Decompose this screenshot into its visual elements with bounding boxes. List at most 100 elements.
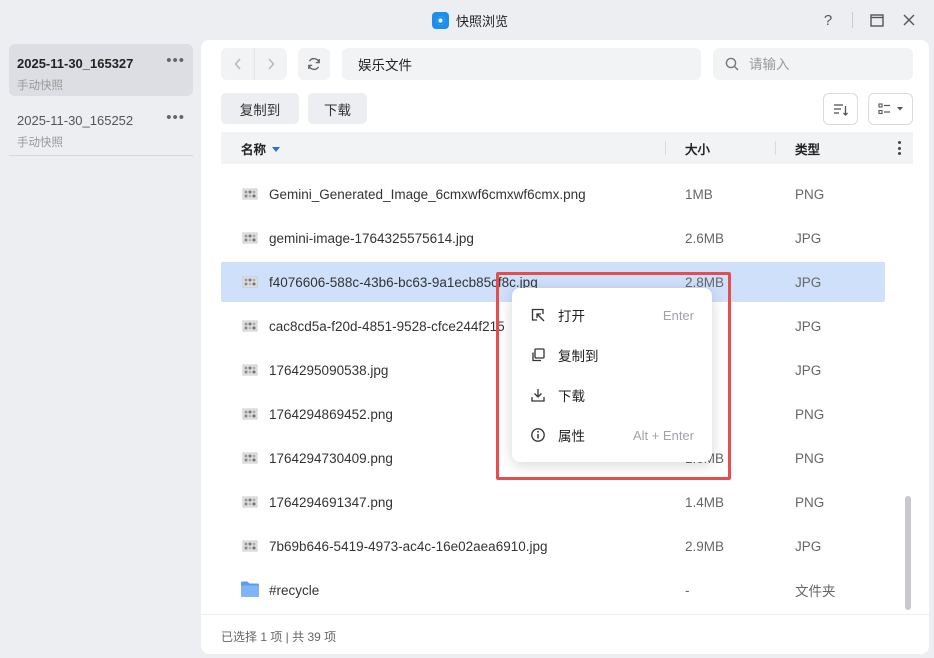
menu-item-open[interactable]: 打开 Enter bbox=[512, 295, 712, 335]
menu-item-shortcut: Alt + Enter bbox=[632, 427, 694, 443]
sort-icon bbox=[834, 103, 848, 116]
file-name: 1764294869452.png bbox=[269, 406, 393, 422]
image-thumbnail-icon bbox=[242, 538, 258, 554]
menu-item-properties[interactable]: 属性 Alt + Enter bbox=[512, 415, 712, 455]
file-size: 1MB bbox=[685, 186, 713, 202]
file-type: PNG bbox=[795, 406, 825, 422]
column-divider[interactable] bbox=[665, 141, 666, 155]
title-bar: 快照浏览 ? bbox=[0, 0, 934, 40]
file-name: cac8cd5a-f20d-4851-9528-cfce244f215 bbox=[269, 318, 505, 334]
file-name: f4076606-588c-43b6-bc63-9a1ecb85cf8c.jpg bbox=[269, 274, 538, 290]
copy-icon bbox=[532, 348, 545, 362]
column-name-header[interactable]: 名称 bbox=[241, 132, 281, 164]
file-name: 7b69b646-5419-4973-ac4c-16e02aea6910.jpg bbox=[269, 538, 548, 554]
info-icon bbox=[531, 428, 545, 442]
context-menu: 打开 Enter 复制到 下载 属性 Alt + Enter bbox=[512, 288, 712, 462]
table-row[interactable]: 1764294691347.png 1.4MB PNG bbox=[221, 482, 885, 522]
image-thumbnail-icon bbox=[242, 450, 258, 466]
forward-button[interactable] bbox=[254, 48, 287, 80]
snapshot-divider bbox=[9, 155, 193, 156]
window-title-text: 快照浏览 bbox=[456, 13, 509, 29]
column-divider[interactable] bbox=[775, 141, 776, 155]
column-type-label: 类型 bbox=[795, 142, 821, 157]
window-title: 快照浏览 bbox=[432, 11, 508, 29]
menu-item-label: 下载 bbox=[558, 389, 585, 404]
file-name: gemini-image-1764325575614.jpg bbox=[269, 230, 474, 246]
maximize-icon bbox=[870, 13, 884, 27]
file-size: - bbox=[685, 582, 690, 598]
history-nav bbox=[221, 48, 287, 80]
search-field[interactable] bbox=[713, 48, 913, 80]
current-path: 娱乐文件 bbox=[358, 58, 412, 73]
file-name: 1764294730409.png bbox=[269, 450, 393, 466]
column-name-label: 名称 bbox=[241, 142, 267, 157]
column-size-header[interactable]: 大小 bbox=[685, 132, 710, 164]
scrollbar-thumb[interactable] bbox=[905, 496, 911, 610]
folder-icon bbox=[240, 580, 260, 598]
scrollbar[interactable] bbox=[903, 174, 911, 614]
path-field[interactable]: 娱乐文件 bbox=[342, 48, 701, 80]
maximize-button[interactable] bbox=[867, 10, 887, 30]
image-thumbnail-icon bbox=[242, 318, 258, 334]
image-thumbnail-icon bbox=[242, 186, 258, 202]
copy-to-button[interactable]: 复制到 bbox=[221, 93, 299, 124]
help-button[interactable]: ? bbox=[818, 10, 838, 30]
menu-item-copy-to[interactable]: 复制到 bbox=[512, 335, 712, 375]
close-icon bbox=[903, 14, 915, 26]
back-button[interactable] bbox=[221, 48, 254, 80]
snapshot-list: 2025-11-30_165327 手动快照 ••• 2025-11-30_16… bbox=[0, 40, 201, 658]
file-size: 2.6MB bbox=[685, 230, 725, 246]
file-name: 1764294691347.png bbox=[269, 494, 393, 510]
sort-button[interactable] bbox=[823, 93, 858, 125]
image-thumbnail-icon bbox=[242, 230, 258, 246]
chevron-right-icon bbox=[268, 58, 275, 70]
file-type: JPG bbox=[795, 538, 822, 554]
search-input[interactable] bbox=[749, 56, 899, 72]
file-type: JPG bbox=[795, 230, 822, 246]
file-name: Gemini_Generated_Image_6cmxwf6cmxwf6cmx.… bbox=[269, 186, 586, 202]
file-size: 1.4MB bbox=[685, 494, 725, 510]
snapshot-item[interactable]: 2025-11-30_165252 手动快照 ••• bbox=[9, 101, 193, 153]
menu-item-label: 复制到 bbox=[558, 349, 599, 364]
file-type: JPG bbox=[795, 362, 822, 378]
chevron-left-icon bbox=[234, 58, 241, 70]
table-row[interactable]: #recycle - 文件夹 bbox=[221, 570, 885, 610]
file-name: #recycle bbox=[269, 582, 320, 598]
more-options-icon[interactable]: ••• bbox=[166, 52, 185, 69]
table-row[interactable]: gemini-image-1764325575614.jpg 2.6MB JPG bbox=[221, 218, 885, 258]
list-view-icon bbox=[878, 103, 890, 115]
status-bar: 已选择 1 项 | 共 39 项 bbox=[201, 614, 929, 654]
table-row[interactable]: Gemini_Generated_Image_6cmxwf6cmxwf6cmx.… bbox=[221, 174, 885, 214]
file-type: JPG bbox=[795, 318, 822, 334]
close-button[interactable] bbox=[899, 10, 919, 30]
refresh-button[interactable] bbox=[298, 48, 330, 80]
snapshot-type: 手动快照 bbox=[17, 137, 63, 149]
caret-down-icon bbox=[897, 107, 903, 111]
view-mode-button[interactable] bbox=[868, 93, 913, 125]
download-icon bbox=[531, 389, 545, 402]
table-row[interactable]: 7b69b646-5419-4973-ac4c-16e02aea6910.jpg… bbox=[221, 526, 885, 566]
file-type: PNG bbox=[795, 450, 825, 466]
column-options-icon[interactable] bbox=[891, 140, 907, 156]
refresh-icon bbox=[308, 57, 320, 71]
menu-item-label: 打开 bbox=[558, 309, 585, 324]
title-divider bbox=[852, 12, 853, 28]
image-thumbnail-icon bbox=[242, 362, 258, 378]
help-icon: ? bbox=[823, 11, 833, 29]
snapshot-item[interactable]: 2025-11-30_165327 手动快照 ••• bbox=[9, 44, 193, 96]
file-size: 2.9MB bbox=[685, 538, 725, 554]
file-name: 1764295090538.jpg bbox=[269, 362, 389, 378]
snapshot-name: 2025-11-30_165327 bbox=[17, 56, 134, 71]
open-icon bbox=[531, 308, 545, 322]
column-type-header[interactable]: 类型 bbox=[795, 132, 820, 164]
download-button[interactable]: 下载 bbox=[308, 93, 367, 124]
file-type: 文件夹 bbox=[795, 584, 836, 599]
sort-desc-icon bbox=[272, 146, 281, 152]
menu-item-label: 属性 bbox=[558, 429, 585, 444]
more-options-icon[interactable]: ••• bbox=[166, 109, 185, 126]
image-thumbnail-icon bbox=[242, 494, 258, 510]
copy-to-label: 复制到 bbox=[239, 102, 281, 118]
search-icon bbox=[725, 57, 739, 71]
column-size-label: 大小 bbox=[685, 142, 711, 157]
menu-item-download[interactable]: 下载 bbox=[512, 375, 712, 415]
